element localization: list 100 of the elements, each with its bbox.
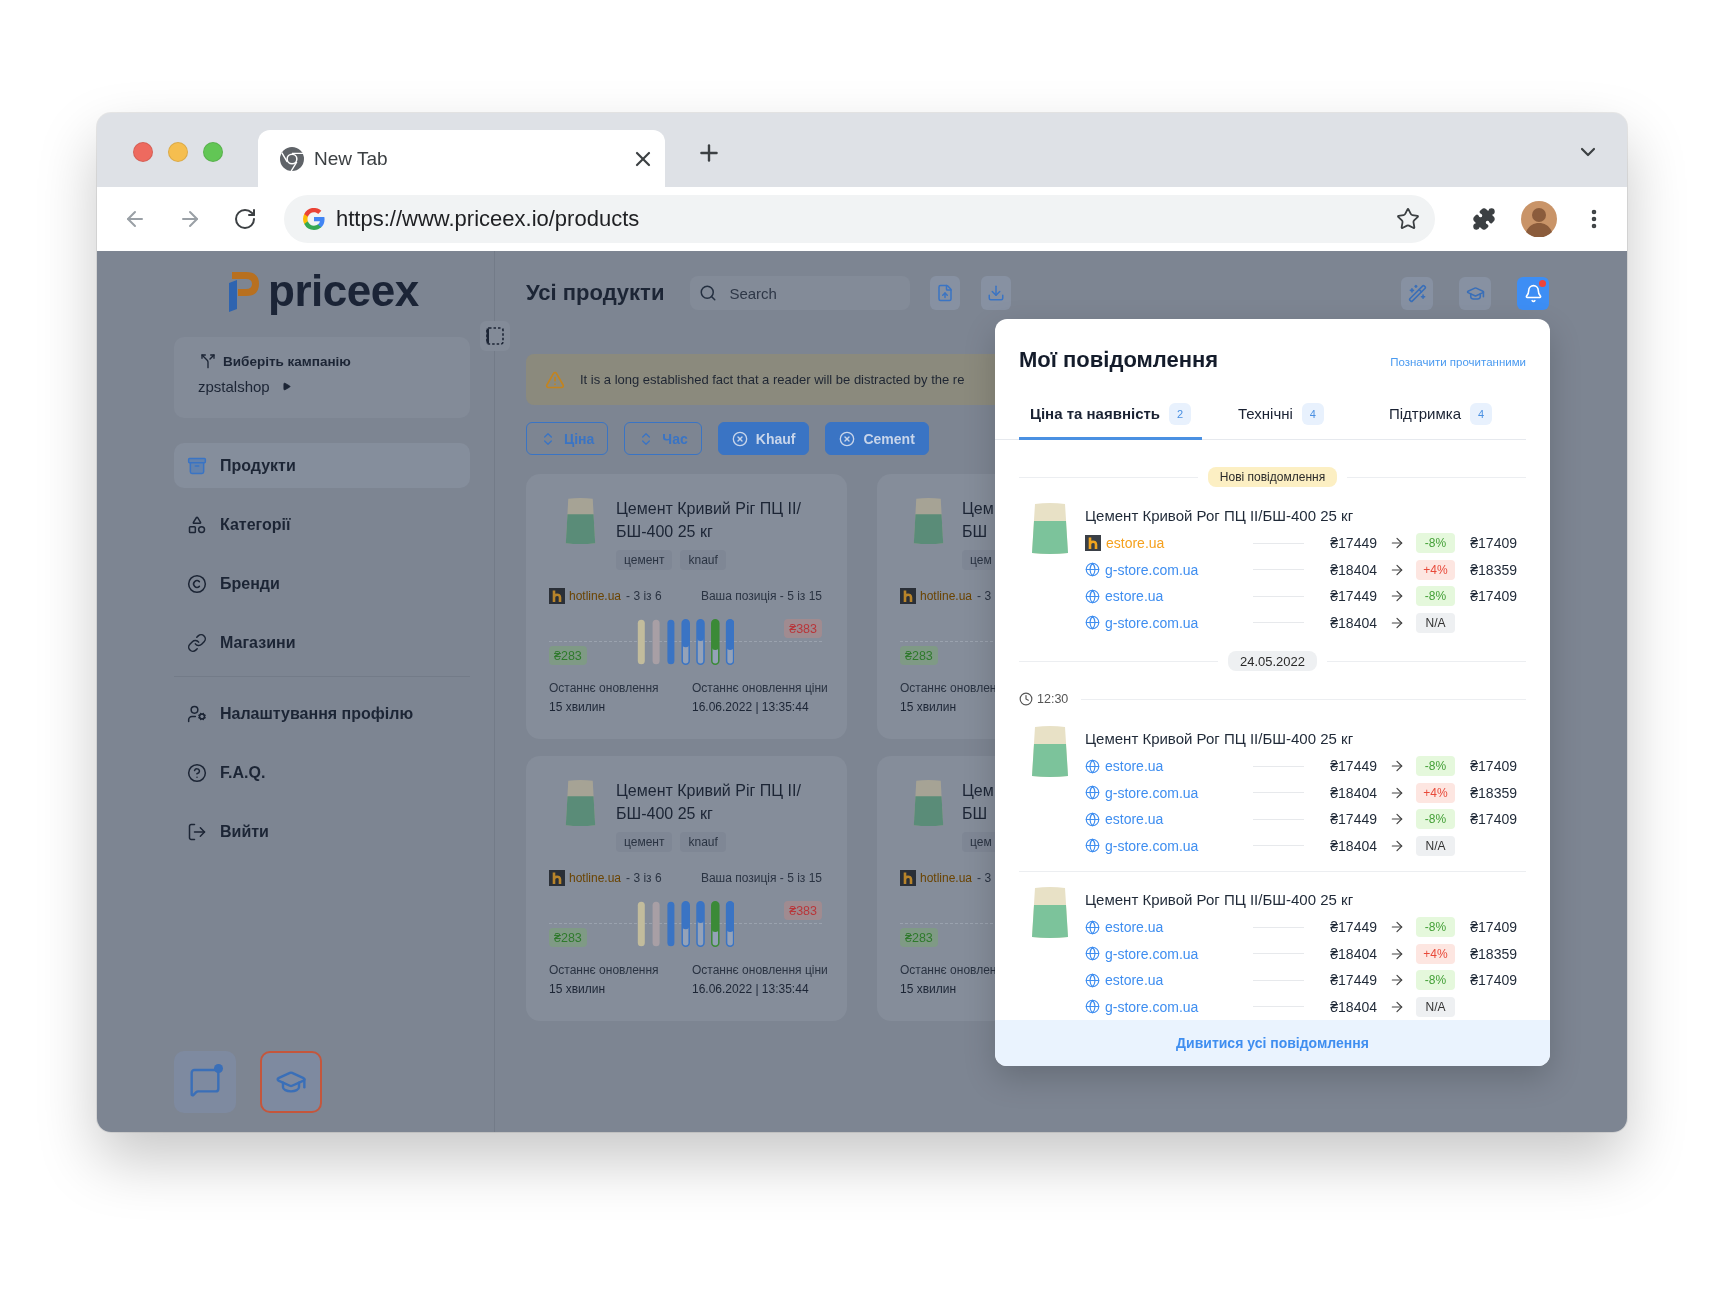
globe-icon: [1085, 838, 1100, 854]
store-link[interactable]: estore.ua: [1105, 758, 1164, 775]
store-link[interactable]: g-store.com.ua: [1105, 614, 1199, 631]
change-badge: -8%: [1416, 586, 1455, 607]
menu-item[interactable]: Продукти: [174, 443, 470, 488]
menu-item[interactable]: Бренди: [174, 561, 470, 606]
magic-wand-icon: [1407, 283, 1427, 303]
archive-icon: [187, 455, 207, 476]
browser-logo-icon: [280, 146, 304, 171]
source-link[interactable]: hotline.ua: [920, 871, 973, 885]
price-update-label: Останнє оновлення ціни: [692, 680, 828, 697]
source-link[interactable]: hotline.ua: [920, 589, 973, 603]
view-all-button[interactable]: Дивитися усі повідомлення: [995, 1020, 1550, 1066]
store-link[interactable]: estore.ua: [1105, 919, 1164, 936]
tab[interactable]: Технічні 4: [1227, 387, 1335, 440]
globe-icon: [1085, 811, 1100, 827]
unread-dot-icon: [214, 1064, 223, 1073]
cement-bag-drawing: [565, 779, 596, 827]
tab[interactable]: Підтримка 4: [1378, 387, 1503, 440]
store-link[interactable]: g-store.com.ua: [1105, 998, 1199, 1015]
zoom-window-icon[interactable]: [203, 142, 223, 162]
source-link[interactable]: hotline.ua: [569, 871, 622, 885]
chat-button[interactable]: [174, 1051, 236, 1113]
clock-icon: [1019, 692, 1033, 706]
new-price: ₴17409: [1469, 758, 1517, 775]
avatar-icon[interactable]: [1521, 201, 1557, 237]
user-gear-icon: [187, 703, 207, 724]
store-link[interactable]: g-store.com.ua: [1105, 837, 1199, 854]
store-link[interactable]: estore.ua: [1106, 535, 1165, 552]
update-value: 15 хвилин: [900, 699, 957, 716]
count-badge: 4: [1470, 402, 1492, 425]
minimize-window-icon[interactable]: [168, 142, 188, 162]
product-title: Цем БШ: [962, 781, 994, 824]
menu-item[interactable]: Вийти: [174, 809, 470, 854]
position-bar: [637, 619, 645, 665]
mark-read-link[interactable]: Позначити прочитанними: [1390, 356, 1526, 368]
menu-item[interactable]: Налаштування профілю: [174, 691, 470, 736]
learning-button[interactable]: [260, 1051, 322, 1113]
cement-bag-drawing: [913, 779, 944, 827]
store-link[interactable]: estore.ua: [1105, 972, 1164, 989]
cement-bag-drawing: [913, 497, 944, 545]
close-circle-icon: [839, 430, 856, 447]
source-rank: - 3: [977, 871, 992, 885]
product-title: Цем БШ: [962, 499, 994, 542]
update-label: Останнє оновлення: [549, 962, 659, 979]
reload-icon[interactable]: [233, 207, 257, 231]
alert-text: It is a long established fact that a reader will be distracted by the re: [580, 372, 965, 387]
update-value: 15 хвилин: [549, 699, 606, 716]
old-price: ₴17449: [1329, 758, 1377, 775]
product-tag: цемент: [616, 832, 673, 852]
panel-toggle-icon: [486, 327, 504, 345]
update-value: 15 хвилин: [549, 981, 606, 998]
store-link[interactable]: g-store.com.ua: [1105, 784, 1199, 801]
store-link[interactable]: estore.ua: [1105, 588, 1164, 605]
tab[interactable]: Ціна та наявність 2: [1019, 387, 1203, 440]
new-price: ₴17409: [1469, 535, 1517, 552]
min-price: ₴283: [900, 646, 938, 665]
product-title: Цемент Кривий Ріг ПЦ II/ БШ-400 25 кг: [616, 781, 801, 824]
count-badge: 4: [1301, 402, 1324, 425]
puzzle-icon[interactable]: [1472, 207, 1496, 231]
source-link[interactable]: hotline.ua: [569, 589, 622, 603]
change-badge: -8%: [1416, 809, 1455, 830]
collapse-sidebar-button[interactable]: [480, 321, 510, 351]
position-bar: [652, 901, 660, 947]
url-text: https://www.priceex.io/products: [336, 206, 641, 232]
old-price: ₴18404: [1329, 561, 1377, 578]
position-bar: [637, 901, 645, 947]
magic-wand-button[interactable]: [1401, 276, 1433, 310]
tab-title: New Tab: [314, 147, 389, 170]
store-link[interactable]: g-store.com.ua: [1105, 561, 1199, 578]
notifications-button[interactable]: [1517, 276, 1549, 310]
browser-tab[interactable]: New Tab: [258, 130, 665, 187]
old-price: ₴17449: [1329, 535, 1377, 552]
download-button[interactable]: [981, 276, 1012, 310]
learning-button[interactable]: [1459, 276, 1491, 310]
logo-text: priceex: [268, 269, 419, 313]
position-bar: [681, 901, 690, 947]
search-field[interactable]: Search: [690, 276, 911, 310]
globe-icon: [1085, 562, 1100, 578]
address-bar[interactable]: https://www.priceex.io/products: [284, 195, 1435, 243]
filter-chip[interactable]: Khauf: [717, 422, 810, 455]
position-bar: [696, 619, 705, 665]
new-price: ₴18359: [1469, 784, 1517, 801]
menu-item[interactable]: F.A.Q.: [174, 750, 470, 795]
min-price: ₴283: [900, 928, 938, 947]
help-icon: [187, 762, 207, 783]
search-icon: [699, 284, 718, 302]
close-window-icon[interactable]: [133, 142, 153, 162]
store-link[interactable]: g-store.com.ua: [1105, 945, 1199, 962]
campaign-selector[interactable]: Виберіть кампанію zpstalshop: [174, 337, 470, 418]
caret-icon: [281, 382, 291, 391]
filter-chip[interactable]: Cement: [825, 422, 929, 455]
store-link[interactable]: estore.ua: [1105, 811, 1164, 828]
star-icon[interactable]: [1396, 207, 1420, 231]
upload-button[interactable]: [930, 276, 961, 310]
update-label: Останнє оновлен: [900, 680, 997, 697]
menu-item[interactable]: Категорії: [174, 502, 470, 547]
globe-icon: [1085, 615, 1100, 631]
cement-bag-drawing: [1031, 725, 1069, 778]
menu-item[interactable]: Магазини: [174, 620, 470, 665]
